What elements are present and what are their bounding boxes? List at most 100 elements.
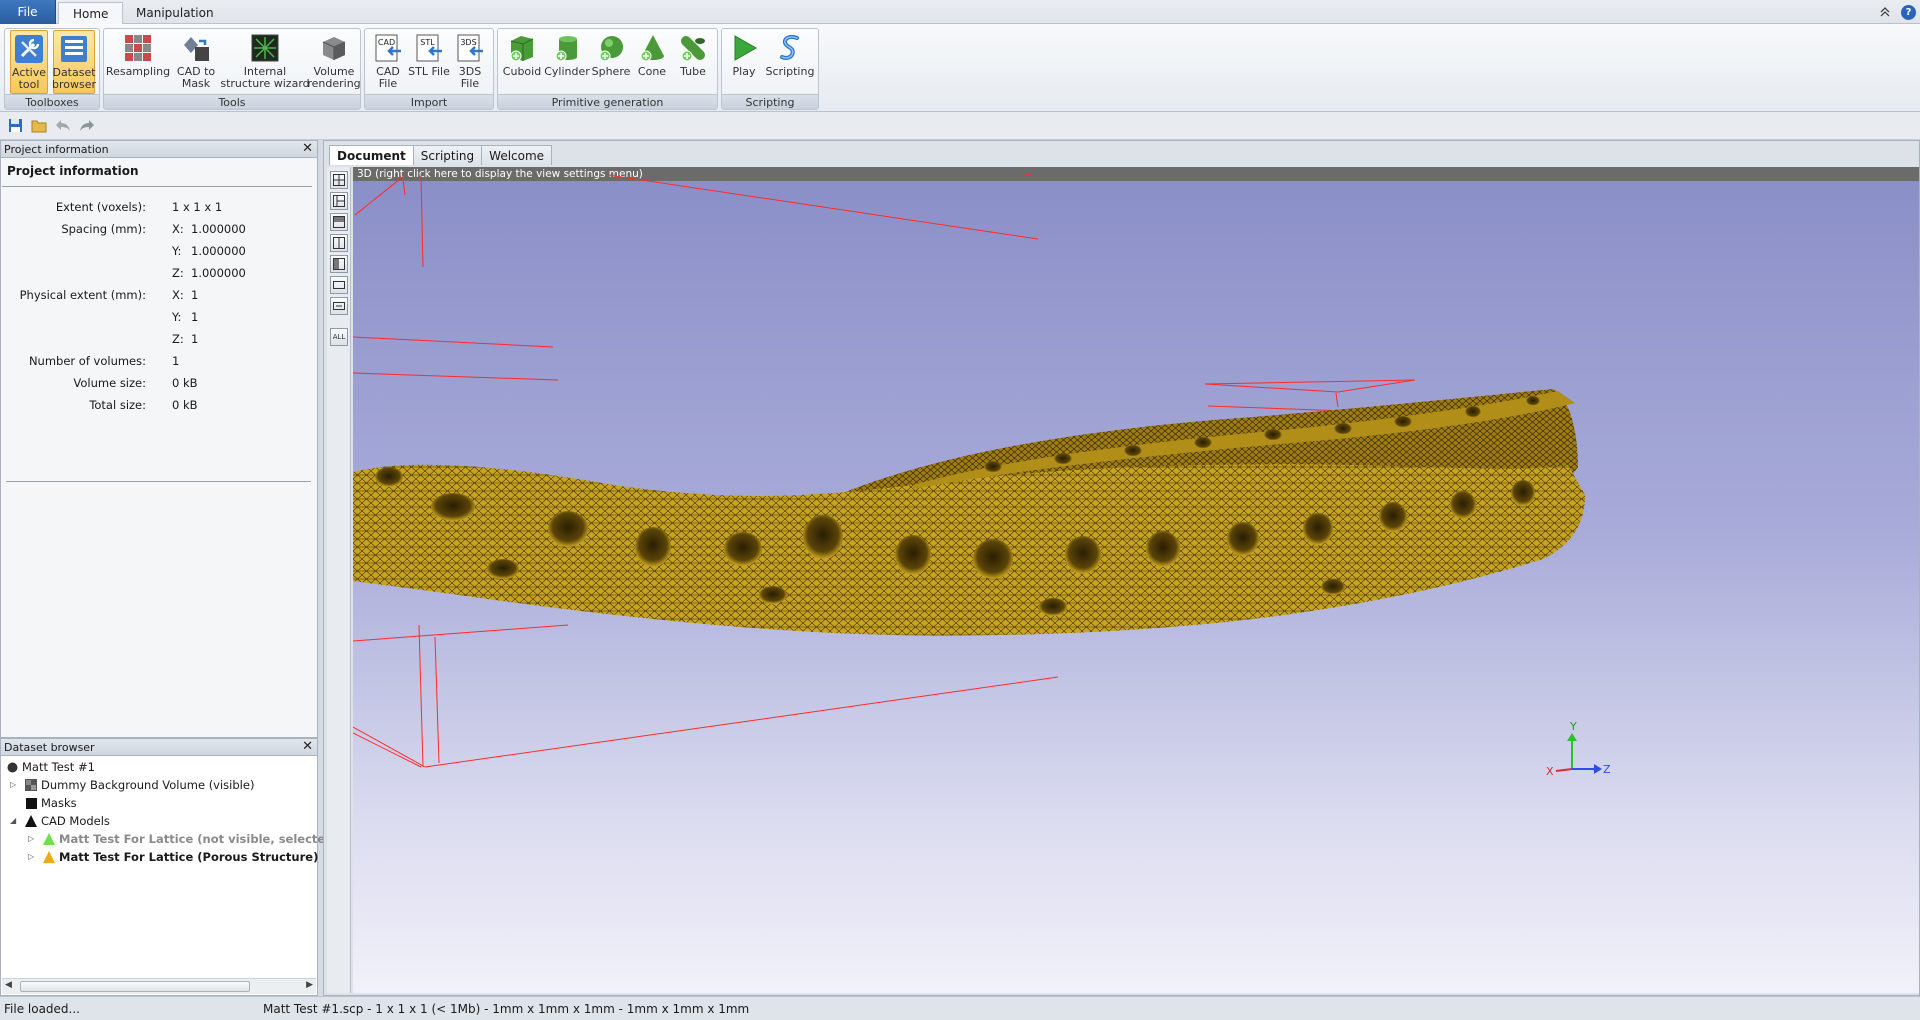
extent-row: Extent (voxels): 1 x 1 x 1: [1, 200, 317, 220]
document-area: Document Scripting Welcome ALL 3D (right…: [323, 140, 1920, 996]
project-information-header-label: Project information: [4, 142, 109, 156]
ribbon-group-scripting: Play Scripting Scripting: [721, 28, 819, 110]
tree-item-masks[interactable]: Masks: [25, 794, 77, 812]
cad-models-icon: [25, 815, 37, 827]
stl-file-button[interactable]: STL STL File: [407, 30, 451, 94]
resampling-icon: [122, 32, 154, 64]
tree-item-lattice-hidden[interactable]: Matt Test For Lattice (not visible, sele…: [43, 830, 339, 848]
scroll-left-icon[interactable]: ◀: [5, 980, 12, 990]
collapse-arrow-icon[interactable]: ◢: [10, 816, 16, 825]
layout-single-button[interactable]: [330, 255, 348, 273]
layout-top-split-button[interactable]: [330, 213, 348, 231]
close-icon[interactable]: ✕: [302, 739, 313, 755]
tree-item-lattice-porous[interactable]: Matt Test For Lattice (Porous Structure)…: [43, 848, 362, 866]
layout-left-split-button[interactable]: [330, 192, 348, 210]
project-icon: [6, 761, 18, 773]
scripting-label: Scripting: [765, 65, 815, 78]
stl-file-label: STL File: [408, 65, 450, 78]
physical-z-row: Z: 1: [1, 332, 317, 352]
layout-quad-button[interactable]: [330, 171, 348, 189]
tools-icon: [13, 33, 45, 65]
group-label-import: Import: [365, 94, 493, 109]
status-project-info: Matt Test #1.scp - 1 x 1 x 1 (< 1Mb) - 1…: [263, 1002, 750, 1016]
redo-icon[interactable]: [78, 117, 96, 135]
play-label: Play: [732, 65, 756, 78]
dataset-browser-header: Dataset browser ✕: [1, 739, 317, 756]
cone-button[interactable]: Cone: [632, 30, 672, 94]
expand-arrow-icon[interactable]: ▷: [28, 834, 34, 843]
cylinder-button[interactable]: Cylinder: [544, 30, 590, 94]
sphere-label: Sphere: [591, 65, 631, 78]
scroll-right-icon[interactable]: ▶: [306, 980, 313, 990]
expand-arrow-icon[interactable]: ▷: [28, 852, 34, 861]
tree-item-label: Matt Test For Lattice (not visible, sele…: [59, 832, 339, 846]
help-icon[interactable]: ?: [1901, 4, 1916, 20]
tube-icon: [677, 32, 709, 64]
tab-welcome[interactable]: Welcome: [481, 145, 553, 165]
group-label-primitive-generation: Primitive generation: [498, 94, 717, 109]
view-2d-button[interactable]: [330, 276, 348, 294]
tree-item-project[interactable]: Matt Test #1: [6, 758, 95, 776]
cylinder-icon: [551, 32, 583, 64]
axis-z-label: Z: [1603, 763, 1611, 776]
internal-structure-wizard-button[interactable]: Internal structure wizard: [220, 30, 310, 94]
undo-icon[interactable]: [54, 117, 72, 135]
lattice-wizard-icon: [249, 32, 281, 64]
cad-file-button[interactable]: CAD CAD File: [369, 30, 407, 94]
open-folder-icon[interactable]: [30, 117, 48, 135]
volume-rendering-label-2: rendering: [307, 77, 361, 90]
volume-size-value: 0 kB: [172, 376, 198, 390]
tube-button[interactable]: Tube: [672, 30, 714, 94]
3d-viewport[interactable]: 3D (right click here to display the view…: [353, 167, 1919, 993]
3ds-file-icon: 3DS: [454, 32, 486, 64]
spacing-z-row: Z: 1.000000: [1, 266, 317, 286]
tree-item-cad-models[interactable]: CAD Models: [25, 812, 110, 830]
internal-structure-label-2: structure wizard: [220, 77, 310, 90]
play-button[interactable]: Play: [726, 30, 762, 94]
dataset-browser-panel: Dataset browser ✕ Matt Test #1 ▷ Dummy B…: [0, 738, 362, 996]
scrollbar-thumb[interactable]: [20, 981, 250, 992]
spacing-y-row: Y: 1.000000: [1, 244, 317, 264]
tab-manipulation[interactable]: Manipulation: [122, 2, 228, 24]
tree-item-label: Dummy Background Volume (visible): [41, 778, 255, 792]
ribbon-group-tools: Resampling CAD to Mask Internal structur…: [103, 28, 361, 110]
scripting-button[interactable]: Scripting: [764, 30, 816, 94]
cuboid-button[interactable]: Cuboid: [500, 30, 544, 94]
view-3d-button[interactable]: [330, 297, 348, 315]
dataset-browser-button[interactable]: Dataset browser: [52, 30, 96, 94]
collapse-ribbon-icon[interactable]: [1877, 4, 1893, 20]
tab-home[interactable]: Home: [58, 2, 124, 24]
sphere-button[interactable]: Sphere: [590, 30, 632, 94]
layout-vertical-split-button[interactable]: [330, 234, 348, 252]
axis-y-label: Y: [1569, 720, 1577, 733]
mask-icon: [25, 797, 37, 809]
tree-item-background-volume[interactable]: Dummy Background Volume (visible): [25, 776, 254, 794]
physical-extent-label: Physical extent (mm):: [19, 288, 146, 302]
cad-model-green-icon: [43, 833, 55, 845]
window-controls: ?: [1877, 4, 1916, 20]
tree-item-label: Masks: [41, 796, 77, 810]
divider: [6, 481, 311, 482]
tree-item-label: CAD Models: [41, 814, 110, 828]
resampling-button[interactable]: Resampling: [106, 30, 170, 94]
cad-to-mask-button[interactable]: CAD to Mask: [172, 30, 220, 94]
svg-text:STL: STL: [420, 38, 435, 47]
extent-value: 1 x 1 x 1: [172, 200, 223, 214]
expand-arrow-icon[interactable]: ▷: [10, 780, 16, 789]
tab-document[interactable]: Document: [329, 145, 414, 165]
tab-scripting[interactable]: Scripting: [412, 145, 483, 165]
view-all-button[interactable]: ALL: [330, 328, 348, 346]
volume-rendering-button[interactable]: Volume rendering: [307, 30, 361, 94]
tab-file[interactable]: File: [0, 0, 56, 24]
num-volumes-value: 1: [172, 354, 180, 368]
total-size-row: Total size: 0 kB: [1, 398, 317, 418]
close-icon[interactable]: ✕: [302, 141, 313, 157]
volume-icon: [25, 779, 37, 791]
cone-label: Cone: [637, 65, 667, 78]
save-icon[interactable]: [6, 117, 24, 135]
horizontal-scrollbar[interactable]: ◀ ▶: [2, 978, 316, 994]
ribbon-group-import: CAD CAD File STL STL File 3DS 3DS File I…: [364, 28, 494, 110]
extent-label: Extent (voxels):: [55, 200, 146, 214]
3ds-file-button[interactable]: 3DS 3DS File: [451, 30, 489, 94]
active-tool-button[interactable]: Active tool: [10, 30, 48, 94]
